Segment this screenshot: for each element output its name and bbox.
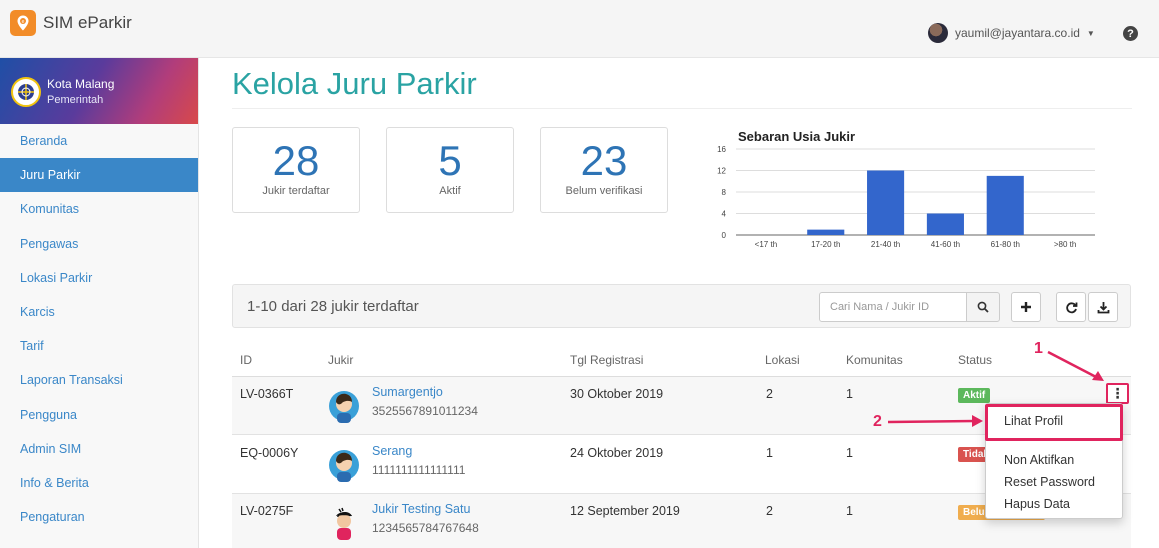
annotation-number-2: 2 bbox=[873, 413, 882, 430]
annotation-number-1: 1 bbox=[1034, 340, 1043, 357]
annotation-arrows bbox=[887, 350, 1104, 427]
